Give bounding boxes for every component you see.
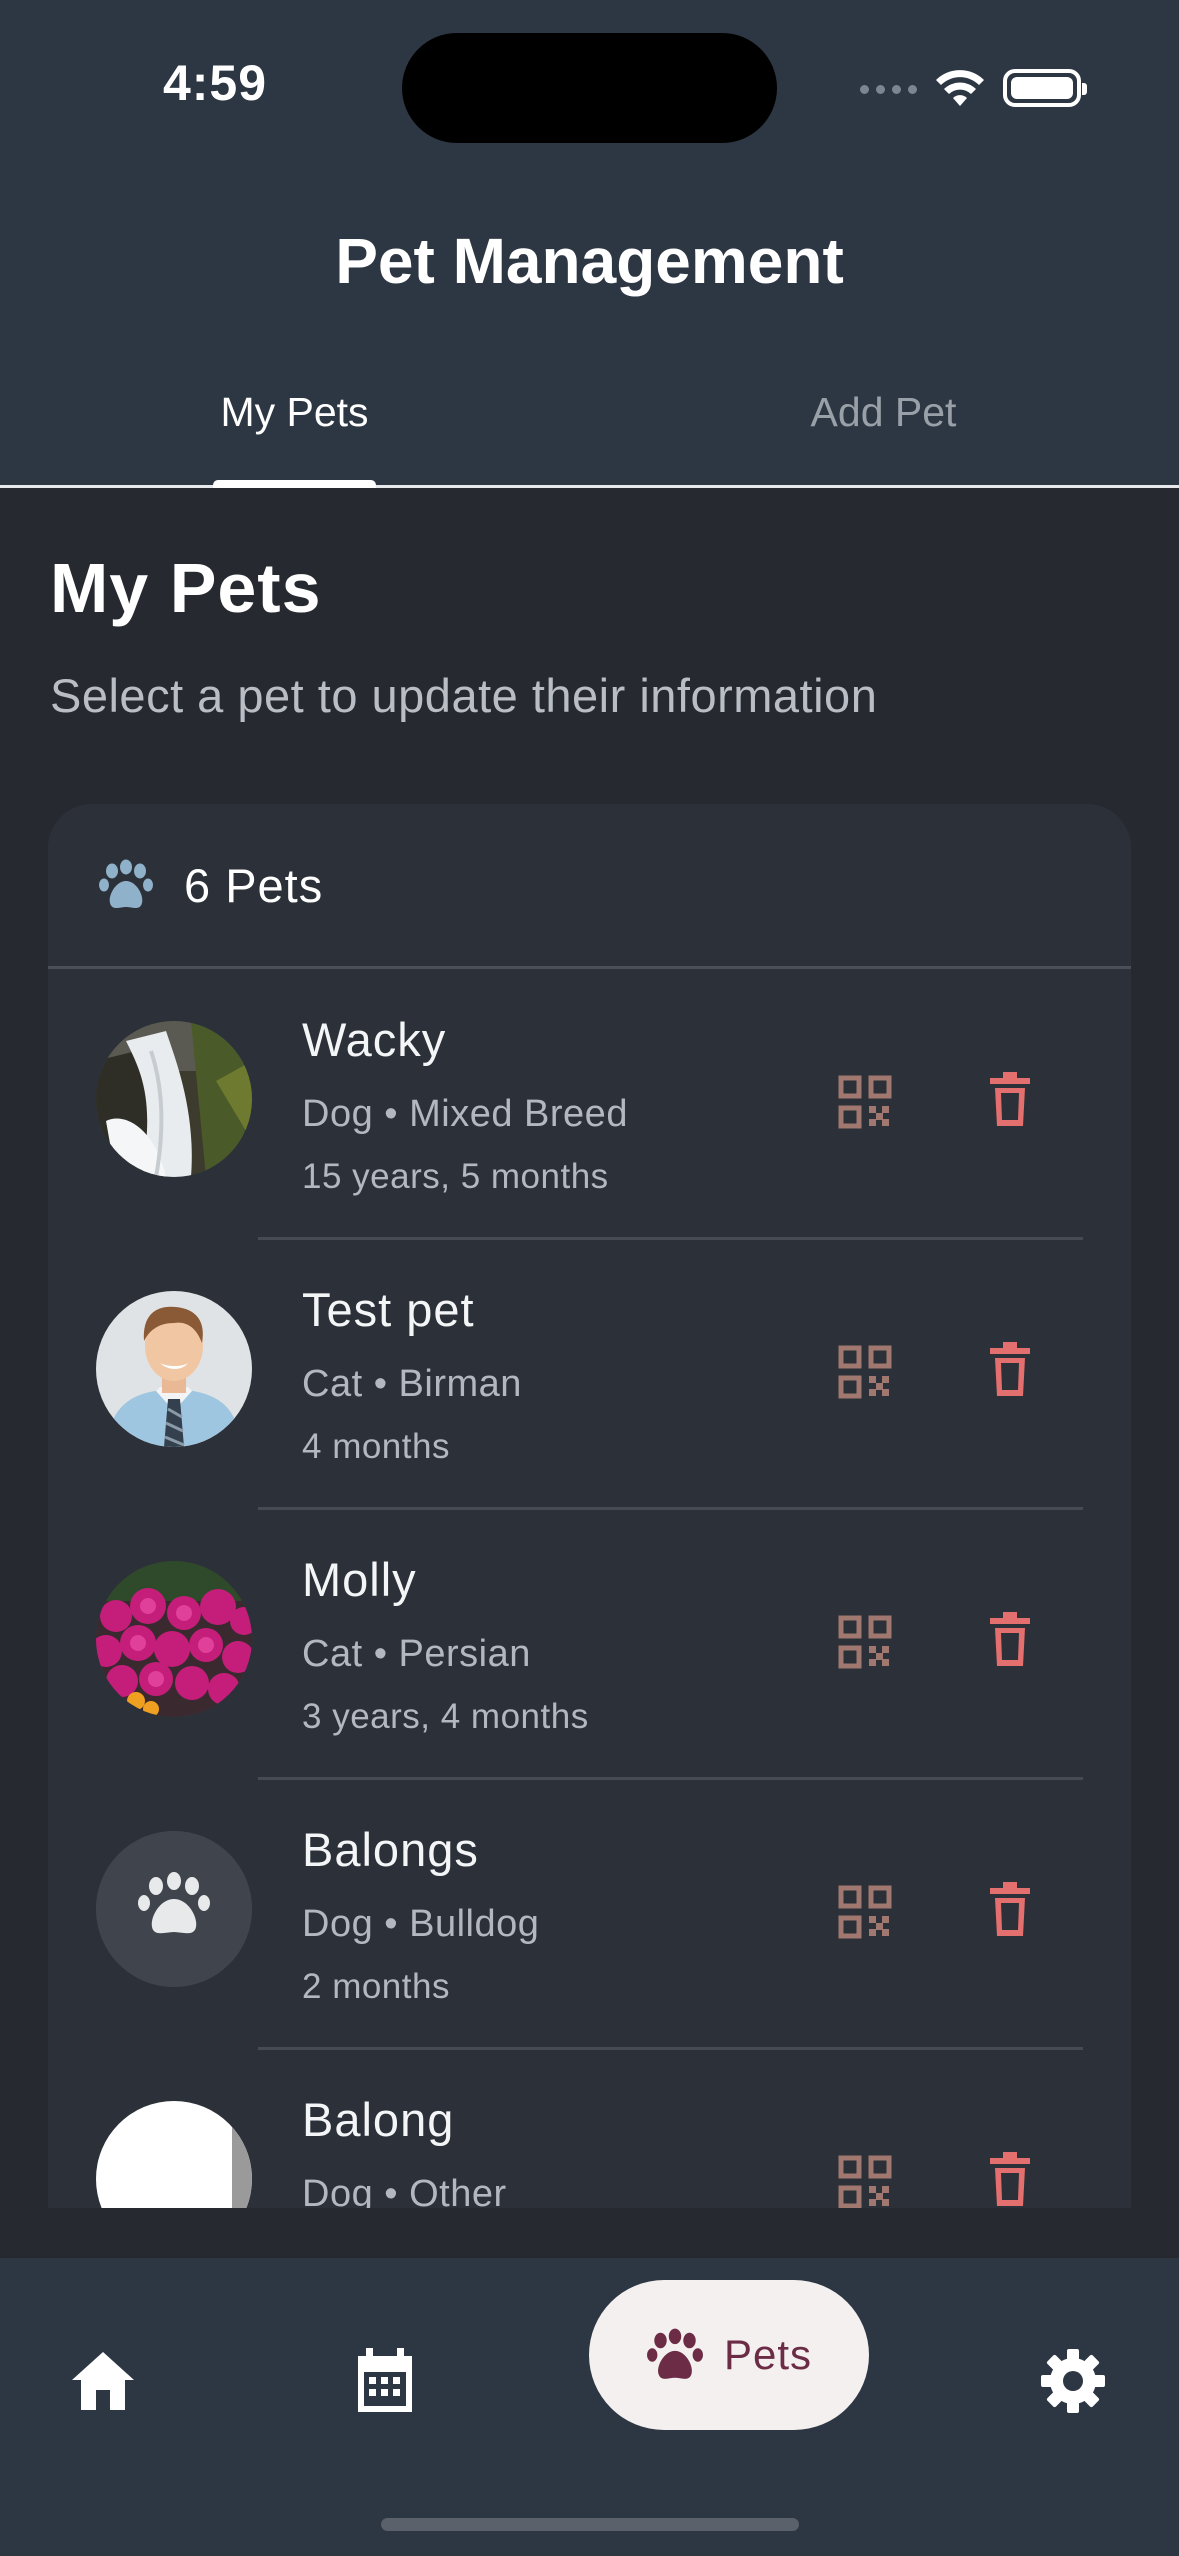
pet-row[interactable]: Test pet Cat • Birman 4 months [48,1239,1131,1509]
paw-icon [99,859,153,908]
pet-count-header: 6 Pets [48,804,1131,969]
pet-name: Wacky [302,1013,447,1066]
pet-species-breed: Dog • Bulldog [302,1903,540,1945]
pet-species-breed: Dog • Other [302,2173,507,2208]
pet-avatar-waterfall [96,1021,252,1177]
status-time: 4:59 [162,55,268,111]
paw-icon [96,1831,252,1987]
pet-age: 2 months [302,1967,450,2006]
pet-row[interactable]: Balongs Dog • Bulldog 2 months [48,1779,1131,2049]
cellular-icon [860,82,917,94]
pet-row[interactable]: Balong Dog • Other [48,2049,1131,2208]
nav-pets-button[interactable]: Pets [589,2280,869,2430]
delete-icon[interactable] [990,1072,1030,1126]
pet-avatar-flowers [96,1561,252,1717]
qr-code-icon[interactable] [838,1345,892,1399]
battery-icon [1003,69,1087,107]
tab-bar: My Pets Add Pet [0,375,1179,486]
pet-age: 4 months [302,1427,450,1466]
delete-icon[interactable] [990,1612,1030,1666]
bottom-nav: Pets [0,2258,1179,2556]
pet-name: Balong [302,2093,455,2146]
pet-name: Balongs [302,1823,479,1876]
dynamic-island [402,33,777,143]
pet-row[interactable]: Molly Cat • Persian 3 years, 4 months [48,1509,1131,1779]
gear-icon[interactable] [1040,2348,1106,2414]
calendar-icon[interactable] [354,2348,416,2414]
wifi-icon [936,70,984,106]
section-title: My Pets [50,549,322,627]
tab-add-pet[interactable]: Add Pet [589,375,1178,486]
pet-name: Test pet [302,1283,475,1336]
section-subtitle: Select a pet to update their information [50,669,878,722]
pet-count: 6 Pets [184,858,324,912]
qr-code-icon[interactable] [838,1885,892,1939]
tab-divider [0,485,1179,488]
pet-species-breed: Cat • Birman [302,1363,522,1405]
paw-icon [647,2328,703,2379]
pet-avatar-portrait [96,1291,252,1447]
home-indicator [381,2518,799,2531]
pet-age: 3 years, 4 months [302,1697,589,1736]
app-header: 4:59 Pet Management My Pets Add Pet [0,0,1179,488]
active-tab-indicator [213,480,376,488]
pet-avatar-white [96,2101,252,2208]
home-icon[interactable] [70,2350,136,2412]
qr-code-icon[interactable] [838,2155,892,2208]
pet-species-breed: Cat • Persian [302,1633,531,1675]
tab-my-pets[interactable]: My Pets [0,375,589,486]
pet-age: 15 years, 5 months [302,1157,609,1196]
screen: 4:59 Pet Management My Pets Add Pet My P… [0,0,1179,2556]
pet-row[interactable]: Wacky Dog • Mixed Breed 15 years, 5 mont… [48,969,1131,1239]
status-icons [860,66,1087,110]
page-title: Pet Management [335,225,844,297]
qr-code-icon[interactable] [838,1615,892,1669]
delete-icon[interactable] [990,1342,1030,1396]
nav-pets-label: Pets [723,2331,813,2378]
pet-species-breed: Dog • Mixed Breed [302,1093,628,1135]
pet-name: Molly [302,1553,417,1606]
pet-list-card: 6 Pets Wacky Dog • Mixed Breed 15 years,… [48,804,1131,2208]
pet-avatar-placeholder [96,1831,252,1987]
qr-code-icon[interactable] [838,1075,892,1129]
delete-icon[interactable] [990,2152,1030,2206]
delete-icon[interactable] [990,1882,1030,1936]
